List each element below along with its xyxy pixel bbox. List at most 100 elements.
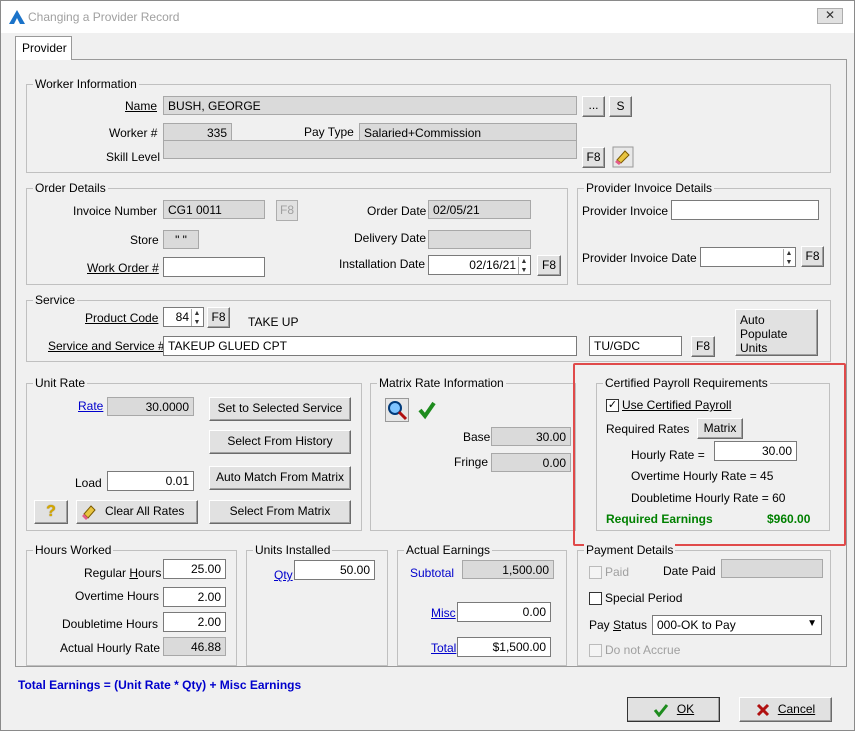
auto-match-from-matrix-button[interactable]: Auto Match From Matrix xyxy=(209,466,351,490)
fringe-label: Fringe xyxy=(454,455,489,469)
rate-link[interactable]: Rate xyxy=(78,399,103,413)
window-title: Changing a Provider Record xyxy=(28,10,180,24)
delivery-date-field[interactable] xyxy=(428,230,531,249)
invoice-f8-button[interactable]: F8 xyxy=(276,200,298,221)
subtotal-label: Subtotal xyxy=(410,566,455,580)
service-f8-button[interactable]: F8 xyxy=(691,336,715,357)
clear-all-rates-button[interactable]: Clear All Rates xyxy=(76,500,198,524)
earnings-formula: Total Earnings = (Unit Rate * Qty) + Mis… xyxy=(18,678,302,692)
group-title: Order Details xyxy=(33,181,108,195)
base-label: Base xyxy=(463,430,491,444)
chevron-down-icon[interactable]: ▼ xyxy=(807,618,817,629)
group-title: Certified Payroll Requirements xyxy=(603,376,770,390)
set-to-selected-service-button[interactable]: Set to Selected Service xyxy=(209,397,351,421)
provider-invoice-date-input[interactable] xyxy=(700,247,796,267)
service-code-input[interactable]: TU/GDC xyxy=(589,336,682,356)
provider-record-window: Changing a Provider Record ✕ Provider Wo… xyxy=(0,0,855,731)
close-button[interactable]: ✕ xyxy=(817,8,843,24)
cancel-button[interactable]: Cancel xyxy=(739,697,832,722)
auto-populate-units-button[interactable]: Auto Populate Units xyxy=(735,309,818,356)
title-bar: Changing a Provider Record ✕ xyxy=(1,1,854,33)
provider-invoice-date-spinner[interactable]: ▲ ▼ xyxy=(783,249,794,266)
product-code-spinner[interactable]: ▲ ▼ xyxy=(191,309,202,326)
skill-level-label: Skill Level xyxy=(106,150,161,164)
skill-level-field[interactable] xyxy=(163,140,577,159)
service-input[interactable]: TAKEUP GLUED CPT xyxy=(163,336,577,356)
group-title: Payment Details xyxy=(584,543,676,557)
rate-field[interactable]: 30.0000 xyxy=(107,397,194,416)
special-period-checkbox[interactable] xyxy=(589,592,602,605)
doubletime-hours-label: Doubletime Hours xyxy=(62,617,159,631)
product-description: TAKE UP xyxy=(248,315,299,329)
help-button[interactable]: ? xyxy=(34,500,68,524)
base-field[interactable]: 30.00 xyxy=(491,427,571,446)
regular-hours-label: Regular Hours xyxy=(84,566,162,580)
product-f8-button[interactable]: F8 xyxy=(207,307,230,328)
work-order-label: Work Order # xyxy=(87,261,159,275)
doubletime-rate-text: Doubletime Hourly Rate = 60 xyxy=(631,491,786,505)
delivery-date-label: Delivery Date xyxy=(354,231,427,245)
regular-hours-input[interactable]: 25.00 xyxy=(163,559,226,579)
checkmark-icon[interactable] xyxy=(417,400,437,420)
skill-f8-button[interactable]: F8 xyxy=(582,147,605,168)
browse-worker-button[interactable]: ... xyxy=(582,96,605,117)
app-logo-icon xyxy=(9,10,25,24)
matrix-button[interactable]: Matrix xyxy=(697,418,743,439)
hourly-rate-input[interactable]: 30.00 xyxy=(714,441,797,461)
installation-f8-button[interactable]: F8 xyxy=(537,255,561,276)
total-input[interactable]: $1,500.00 xyxy=(457,637,551,657)
group-title: Unit Rate xyxy=(33,376,88,390)
doubletime-hours-input[interactable]: 2.00 xyxy=(163,612,226,632)
group-title: Provider Invoice Details xyxy=(584,181,715,195)
installation-date-input[interactable]: 02/16/21 xyxy=(428,255,531,275)
overtime-hours-input[interactable]: 2.00 xyxy=(163,587,226,607)
installation-date-label: Installation Date xyxy=(339,257,426,271)
paid-checkbox[interactable] xyxy=(589,566,602,579)
select-from-history-button[interactable]: Select From History xyxy=(209,430,351,454)
date-paid-field[interactable] xyxy=(721,559,823,578)
special-period-label[interactable]: Special Period xyxy=(605,591,682,605)
s-button[interactable]: S xyxy=(609,96,632,117)
overtime-rate-text: Overtime Hourly Rate = 45 xyxy=(631,469,774,483)
work-order-input[interactable] xyxy=(163,257,265,277)
qty-input[interactable]: 50.00 xyxy=(294,560,375,580)
pay-status-label: Pay Status xyxy=(589,618,648,632)
installation-date-spinner[interactable]: ▲ ▼ xyxy=(518,257,529,274)
use-certified-payroll-label[interactable]: Use Certified Payroll xyxy=(622,398,731,412)
order-date-field[interactable]: 02/05/21 xyxy=(428,200,531,219)
eraser-icon[interactable] xyxy=(612,146,634,168)
fringe-field[interactable]: 0.00 xyxy=(491,453,571,472)
provider-invoice-f8-button[interactable]: F8 xyxy=(801,246,824,267)
help-icon: ? xyxy=(46,503,56,520)
total-link[interactable]: Total xyxy=(431,641,456,655)
store-field[interactable]: " " xyxy=(163,230,199,249)
tab-provider[interactable]: Provider xyxy=(15,36,72,60)
ok-button[interactable]: OK xyxy=(627,697,720,722)
name-label: Name xyxy=(125,99,158,113)
pay-status-select[interactable]: 000-OK to Pay ▼ xyxy=(652,615,822,635)
x-icon xyxy=(756,703,769,716)
overtime-hours-label: Overtime Hours xyxy=(75,589,160,603)
subtotal-field[interactable]: 1,500.00 xyxy=(462,560,554,579)
worker-number-label: Worker # xyxy=(109,126,158,140)
hourly-rate-label: Hourly Rate = xyxy=(631,448,705,462)
do-not-accrue-checkbox[interactable] xyxy=(589,644,602,657)
load-input[interactable]: 0.01 xyxy=(107,471,194,491)
store-label: Store xyxy=(130,233,159,247)
checkmark-icon xyxy=(653,703,668,718)
magnifier-icon[interactable] xyxy=(385,398,409,422)
misc-input[interactable]: 0.00 xyxy=(457,602,551,622)
eraser-icon xyxy=(82,505,96,520)
actual-hourly-rate-field[interactable]: 46.88 xyxy=(163,637,226,656)
load-label: Load xyxy=(75,476,102,490)
select-from-matrix-button[interactable]: Select From Matrix xyxy=(209,500,351,524)
provider-invoice-input[interactable] xyxy=(671,200,819,220)
misc-link[interactable]: Misc xyxy=(431,606,456,620)
name-field[interactable]: BUSH, GEORGE xyxy=(163,96,577,115)
qty-link[interactable]: Qty xyxy=(274,568,293,582)
invoice-number-field[interactable]: CG1 0011 xyxy=(163,200,265,219)
paid-label: Paid xyxy=(605,565,630,579)
pay-type-label: Pay Type xyxy=(304,125,354,139)
use-certified-payroll-checkbox[interactable]: ✓ xyxy=(606,399,619,412)
date-paid-label: Date Paid xyxy=(663,564,716,578)
